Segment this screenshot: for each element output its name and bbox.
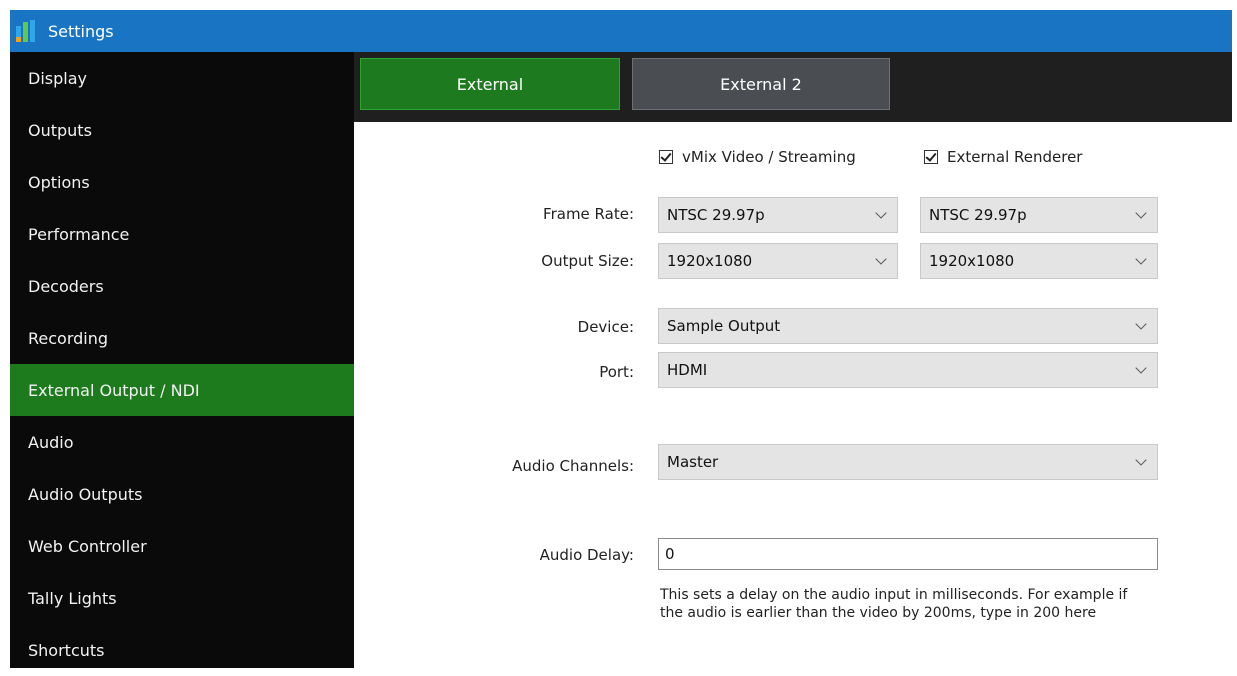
audio-delay-help-text: This sets a delay on the audio input in … [660, 586, 1220, 622]
output-size-value-1: 1920x1080 [667, 252, 753, 270]
sidebar-item-outputs[interactable]: Outputs [10, 104, 354, 156]
sidebar-item-audio[interactable]: Audio [10, 416, 354, 468]
sidebar-item-performance[interactable]: Performance [10, 208, 354, 260]
tab-bar: External External 2 [354, 52, 1232, 122]
audio-channels-label: Audio Channels: [512, 457, 634, 475]
device-label: Device: [577, 318, 634, 336]
tab-external[interactable]: External [360, 58, 620, 110]
output-size-select-1[interactable]: 1920x1080 [658, 243, 898, 279]
frame-rate-select-1[interactable]: NTSC 29.97p [658, 197, 898, 233]
vmix-video-streaming-checkbox[interactable]: vMix Video / Streaming [659, 148, 856, 166]
port-value: HDMI [667, 361, 708, 379]
external-renderer-checkbox[interactable]: External Renderer [924, 148, 1082, 166]
sidebar-item-tally-lights[interactable]: Tally Lights [10, 572, 354, 624]
frame-rate-value-1: NTSC 29.97p [667, 206, 765, 224]
chevron-down-icon [875, 253, 887, 265]
frame-rate-label: Frame Rate: [543, 205, 634, 223]
sidebar-item-audio-outputs[interactable]: Audio Outputs [10, 468, 354, 520]
window-title: Settings [48, 21, 114, 41]
audio-delay-label: Audio Delay: [539, 546, 634, 564]
audio-delay-help-line-1: This sets a delay on the audio input in … [660, 587, 1128, 603]
audio-delay-help-line-2: the audio is earlier than the video by 2… [660, 605, 1097, 621]
audio-channels-select[interactable]: Master [658, 444, 1158, 480]
sidebar-item-recording[interactable]: Recording [10, 312, 354, 364]
output-size-label: Output Size: [541, 252, 634, 270]
checkbox-checked-icon [924, 150, 938, 164]
device-select[interactable]: Sample Output [658, 308, 1158, 344]
audio-channels-value: Master [667, 453, 719, 471]
sidebar-item-shortcuts[interactable]: Shortcuts [10, 624, 354, 676]
sidebar-item-external-output-ndi[interactable]: External Output / NDI [10, 364, 354, 416]
device-value: Sample Output [667, 317, 781, 335]
title-bar: Settings [10, 10, 1232, 52]
sidebar-item-options[interactable]: Options [10, 156, 354, 208]
sidebar-item-decoders[interactable]: Decoders [10, 260, 354, 312]
settings-sidebar: Display Outputs Options Performance Deco… [10, 52, 354, 668]
port-select[interactable]: HDMI [658, 352, 1158, 388]
chevron-down-icon [1135, 253, 1147, 265]
chevron-down-icon [1135, 318, 1147, 330]
frame-rate-select-2[interactable]: NTSC 29.97p [920, 197, 1158, 233]
chevron-down-icon [1135, 207, 1147, 219]
output-size-select-2[interactable]: 1920x1080 [920, 243, 1158, 279]
chevron-down-icon [1135, 362, 1147, 374]
chevron-down-icon [875, 207, 887, 219]
checkbox-checked-icon [659, 150, 673, 164]
tab-external-2[interactable]: External 2 [632, 58, 890, 110]
settings-panel: External External 2 vMix Video / Streami… [354, 52, 1232, 668]
output-size-value-2: 1920x1080 [929, 252, 1015, 270]
vmix-video-streaming-label: vMix Video / Streaming [682, 148, 856, 166]
external-renderer-label: External Renderer [947, 148, 1083, 166]
vmix-logo-icon [16, 20, 38, 42]
port-label: Port: [599, 363, 634, 381]
sidebar-item-web-controller[interactable]: Web Controller [10, 520, 354, 572]
chevron-down-icon [1135, 454, 1147, 466]
audio-delay-input[interactable] [658, 538, 1158, 570]
frame-rate-value-2: NTSC 29.97p [929, 206, 1027, 224]
sidebar-item-display[interactable]: Display [10, 52, 354, 104]
